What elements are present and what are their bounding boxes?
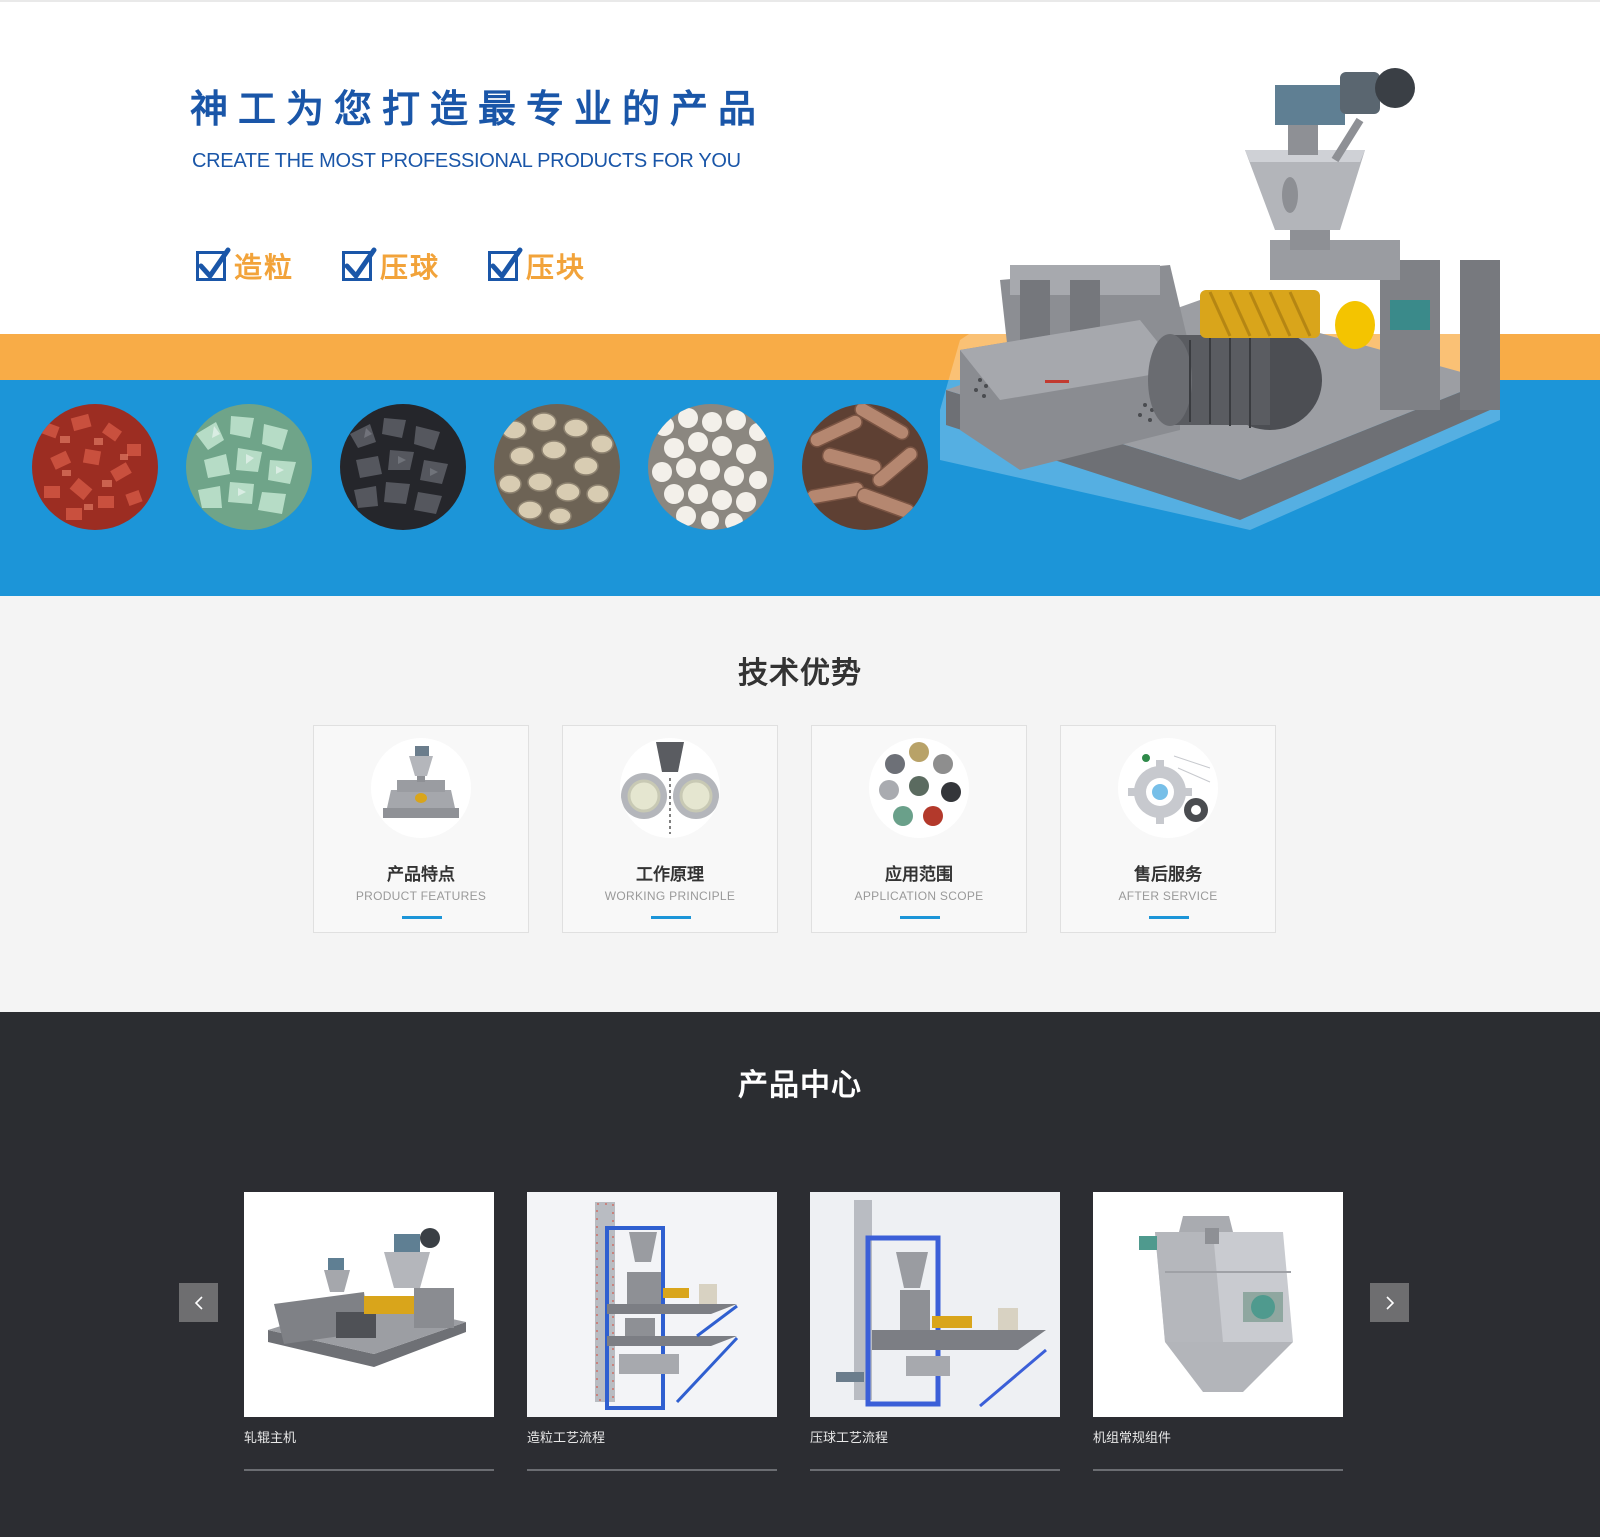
machine-icon [371,738,471,838]
checkbox-checked-icon [488,247,523,281]
product-divider [244,1469,494,1471]
card-accent-bar [900,916,940,919]
chevron-right-icon[interactable] [1370,1283,1409,1322]
product-divider [1093,1469,1343,1471]
check-label: 压块 [526,251,587,284]
check-label: 压球 [380,251,441,284]
hero-title: 神工为您打造最专业的产品 [190,86,767,131]
card-application-scope[interactable]: 应用范围 APPLICATION SCOPE [811,725,1027,933]
products-carousel: 轧辊主机 造粒工艺流程 压球工艺流程 机组常规组件 [0,1140,1600,1537]
red-granules-icon [32,404,158,530]
green-granules-icon [186,404,312,530]
card-product-features[interactable]: 产品特点 PRODUCT FEATURES [313,725,529,933]
top-divider [0,0,1600,2]
card-working-principle[interactable]: 工作原理 WORKING PRINCIPLE [562,725,778,933]
card-title: 售后服务 [1134,865,1202,884]
check-item-granulation: 造粒 [196,246,294,286]
product-divider [527,1469,777,1471]
card-accent-bar [402,916,442,919]
product-card[interactable]: 机组常规组件 [1093,1192,1343,1471]
beige-pellets-icon [494,404,620,530]
advantages-section: 技术优势 产品特点 PRODUCT FEATURES 工作原理 WORKING … [0,596,1600,1012]
card-title: 工作原理 [636,865,704,884]
card-title: 应用范围 [885,865,953,884]
products-header: 产品中心 [0,1012,1600,1140]
check-label: 造粒 [234,251,295,284]
card-subtitle: PRODUCT FEATURES [355,889,487,903]
check-item-block-press: 压块 [488,246,586,286]
product-card[interactable]: 造粒工艺流程 [527,1192,777,1471]
rollers-icon [620,738,720,838]
product-name: 机组常规组件 [1093,1430,1172,1445]
card-accent-bar [651,916,691,919]
black-granules-icon [340,404,466,530]
roller-machine-image [244,1192,494,1417]
section-title: 产品中心 [738,1069,862,1102]
white-balls-icon [648,404,774,530]
section-title: 技术优势 [738,657,862,690]
card-subtitle: APPLICATION SCOPE [854,889,984,903]
product-name: 轧辊主机 [244,1430,297,1445]
card-after-service[interactable]: 售后服务 AFTER SERVICE [1060,725,1276,933]
chevron-left-icon[interactable] [179,1283,218,1322]
unit-components-image [1093,1192,1343,1417]
roller-press-machine-image [940,50,1530,550]
card-title: 产品特点 [387,865,455,884]
product-name: 压球工艺流程 [810,1430,889,1445]
hero-subtitle: CREATE THE MOST PROFESSIONAL PRODUCTS FO… [192,150,741,172]
materials-icon [869,738,969,838]
granulation-process-image [527,1192,777,1417]
check-item-ball-press: 压球 [342,246,440,286]
card-accent-bar [1149,916,1189,919]
checkbox-checked-icon [196,247,231,281]
briquetting-process-image [810,1192,1060,1417]
card-subtitle: AFTER SERVICE [1118,889,1218,903]
product-divider [810,1469,1060,1471]
product-card[interactable]: 压球工艺流程 [810,1192,1060,1471]
hero-feature-list: 造粒 压球 压块 [196,246,586,286]
checkbox-checked-icon [342,247,377,281]
hero-banner: 神工为您打造最专业的产品 CREATE THE MOST PROFESSIONA… [0,0,1600,596]
product-card[interactable]: 轧辊主机 [244,1192,494,1471]
card-subtitle: WORKING PRINCIPLE [604,889,736,903]
product-name: 造粒工艺流程 [527,1430,606,1445]
gears-icon [1118,738,1218,838]
brown-briquettes-icon [802,404,928,530]
